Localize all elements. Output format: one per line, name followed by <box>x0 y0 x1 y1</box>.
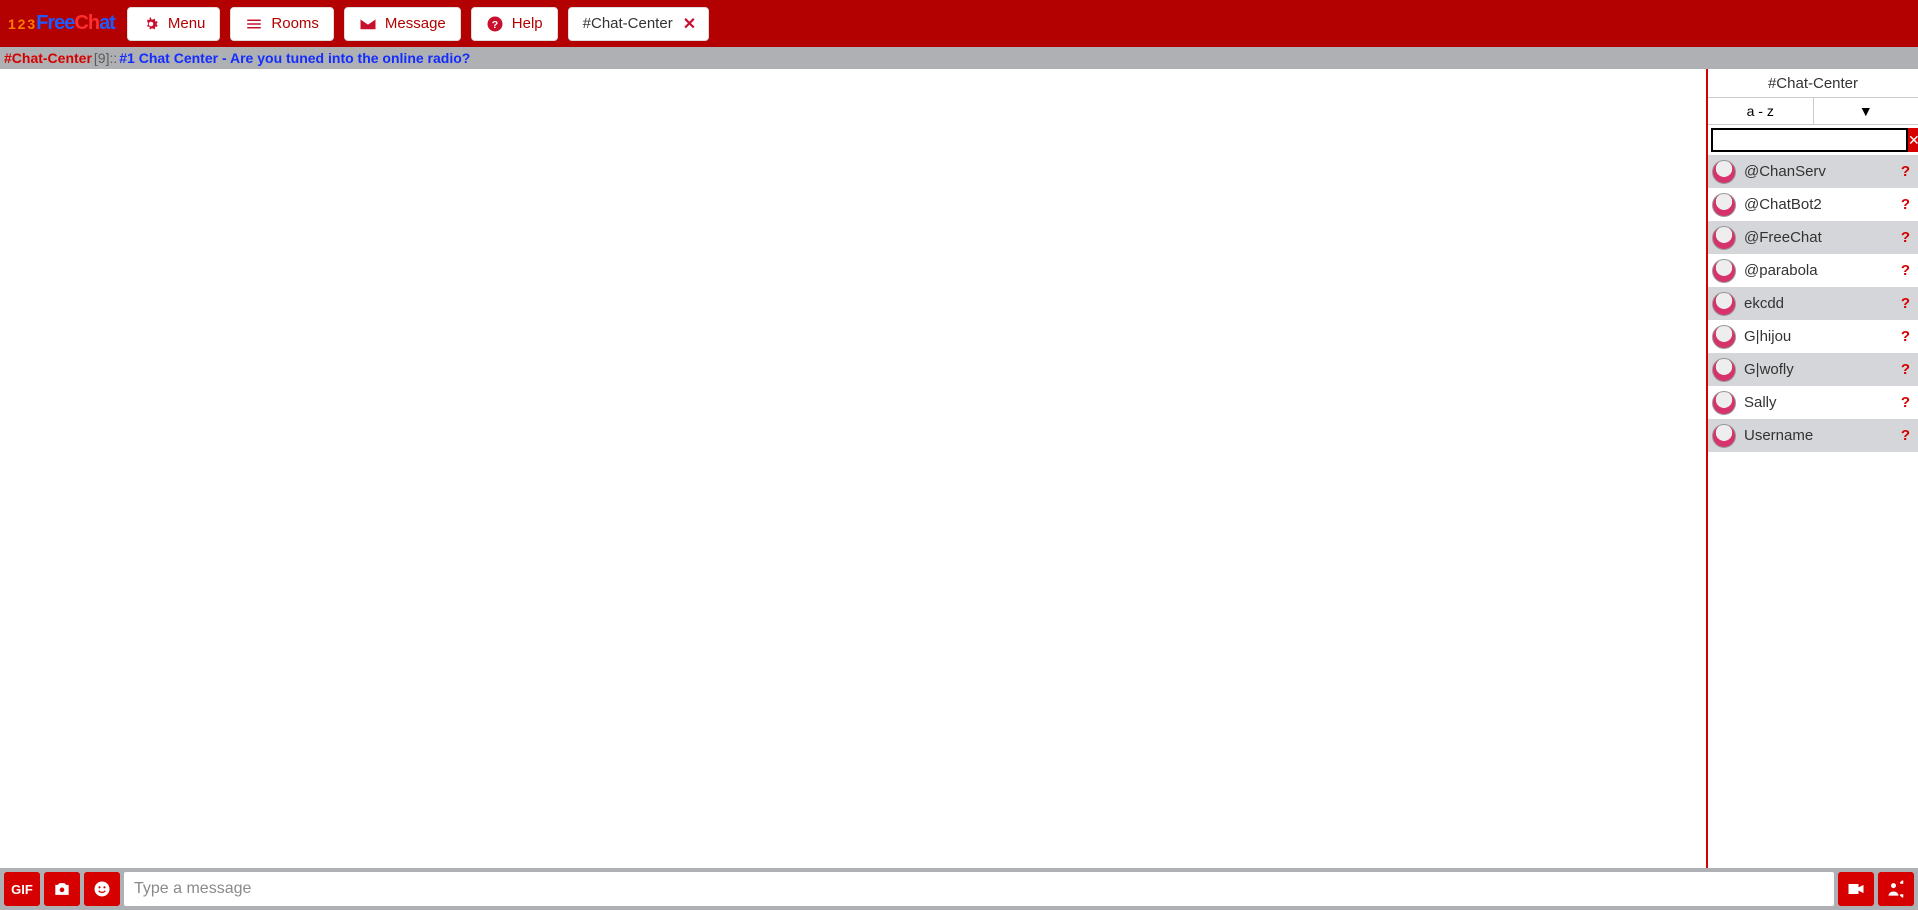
bottom-bar: GIF <box>0 868 1918 910</box>
user-row[interactable]: @parabola? <box>1708 254 1918 287</box>
sidebar-sort-row: a - z ▼ <box>1708 97 1918 125</box>
person-expand-icon <box>1886 879 1906 899</box>
user-name: G|wofly <box>1744 361 1893 378</box>
envelope-icon <box>359 15 377 33</box>
avatar-icon <box>1712 292 1736 316</box>
sidebar-title: #Chat-Center <box>1708 69 1918 97</box>
user-info-button[interactable]: ? <box>1901 163 1910 180</box>
brand-part2: Ch <box>74 12 99 35</box>
message-input[interactable] <box>124 872 1834 906</box>
user-name: @ChatBot2 <box>1744 196 1893 213</box>
user-name: G|hijou <box>1744 328 1893 345</box>
sort-alpha-button[interactable]: a - z <box>1708 98 1814 124</box>
chat-area[interactable] <box>0 69 1708 868</box>
user-info-button[interactable]: ? <box>1901 262 1910 279</box>
list-icon <box>245 15 263 33</box>
sidebar-search-input[interactable] <box>1711 128 1908 152</box>
user-row[interactable]: ekcdd? <box>1708 287 1918 320</box>
avatar-icon <box>1712 226 1736 250</box>
sidebar: #Chat-Center a - z ▼ ✕ @ChanServ?@ChatBo… <box>1708 69 1918 868</box>
user-name: Sally <box>1744 394 1893 411</box>
brand-part3: at <box>99 12 115 35</box>
rooms-button[interactable]: Rooms <box>230 7 334 41</box>
help-label: Help <box>512 15 543 32</box>
user-info-button[interactable]: ? <box>1901 328 1910 345</box>
avatar-icon <box>1712 325 1736 349</box>
topic-channel: #Chat-Center <box>4 50 92 66</box>
video-icon <box>1846 879 1866 899</box>
gear-icon <box>142 15 160 33</box>
user-info-button[interactable]: ? <box>1901 427 1910 444</box>
main-row: #Chat-Center a - z ▼ ✕ @ChanServ?@ChatBo… <box>0 69 1918 868</box>
brand-logo: 1 2 3 Free Ch at <box>6 12 117 35</box>
user-info-button[interactable]: ? <box>1901 361 1910 378</box>
rooms-label: Rooms <box>271 15 319 32</box>
user-name: @ChanServ <box>1744 163 1893 180</box>
brand-prefix: 1 2 3 <box>8 16 34 32</box>
channel-tab-label: #Chat-Center <box>583 15 673 32</box>
svg-text:?: ? <box>492 18 498 30</box>
topbar: 1 2 3 Free Ch at Menu Rooms Message ? He… <box>0 0 1918 47</box>
avatar-icon <box>1712 391 1736 415</box>
brand-part1: Free <box>36 12 74 35</box>
avatar-icon <box>1712 259 1736 283</box>
user-name: ekcdd <box>1744 295 1893 312</box>
camera-icon <box>52 879 72 899</box>
topic-text: #1 Chat Center - Are you tuned into the … <box>119 50 470 66</box>
user-info-button[interactable]: ? <box>1901 229 1910 246</box>
avatar-icon <box>1712 193 1736 217</box>
menu-button[interactable]: Menu <box>127 7 221 41</box>
message-label: Message <box>385 15 446 32</box>
user-row[interactable]: Username? <box>1708 419 1918 452</box>
user-row[interactable]: @ChanServ? <box>1708 155 1918 188</box>
menu-label: Menu <box>168 15 206 32</box>
topic-bar: #Chat-Center [9]:: #1 Chat Center - Are … <box>0 47 1918 69</box>
help-button[interactable]: ? Help <box>471 7 558 41</box>
avatar-icon <box>1712 358 1736 382</box>
avatar-icon <box>1712 424 1736 448</box>
help-icon: ? <box>486 15 504 33</box>
user-name: @parabola <box>1744 262 1893 279</box>
gif-button[interactable]: GIF <box>4 872 40 906</box>
message-button[interactable]: Message <box>344 7 461 41</box>
close-icon[interactable]: ✕ <box>683 14 696 34</box>
user-row[interactable]: @FreeChat? <box>1708 221 1918 254</box>
user-name: @FreeChat <box>1744 229 1893 246</box>
user-info-button[interactable]: ? <box>1901 394 1910 411</box>
user-name: Username <box>1744 427 1893 444</box>
topic-count: [9]:: <box>94 50 117 66</box>
camera-button[interactable] <box>44 872 80 906</box>
sidebar-clear-button[interactable]: ✕ <box>1908 128 1918 152</box>
channel-tab[interactable]: #Chat-Center ✕ <box>568 7 709 41</box>
user-info-button[interactable]: ? <box>1901 196 1910 213</box>
user-row[interactable]: @ChatBot2? <box>1708 188 1918 221</box>
sort-menu-button[interactable]: ▼ <box>1814 98 1918 124</box>
bottom-right-group <box>1838 872 1914 906</box>
expand-user-button[interactable] <box>1878 872 1914 906</box>
sidebar-search-row: ✕ <box>1708 125 1918 155</box>
user-info-button[interactable]: ? <box>1901 295 1910 312</box>
user-row[interactable]: G|hijou? <box>1708 320 1918 353</box>
video-button[interactable] <box>1838 872 1874 906</box>
emoji-button[interactable] <box>84 872 120 906</box>
user-row[interactable]: Sally? <box>1708 386 1918 419</box>
smile-icon <box>92 879 112 899</box>
user-row[interactable]: G|wofly? <box>1708 353 1918 386</box>
user-list[interactable]: @ChanServ?@ChatBot2?@FreeChat?@parabola?… <box>1708 155 1918 868</box>
avatar-icon <box>1712 160 1736 184</box>
